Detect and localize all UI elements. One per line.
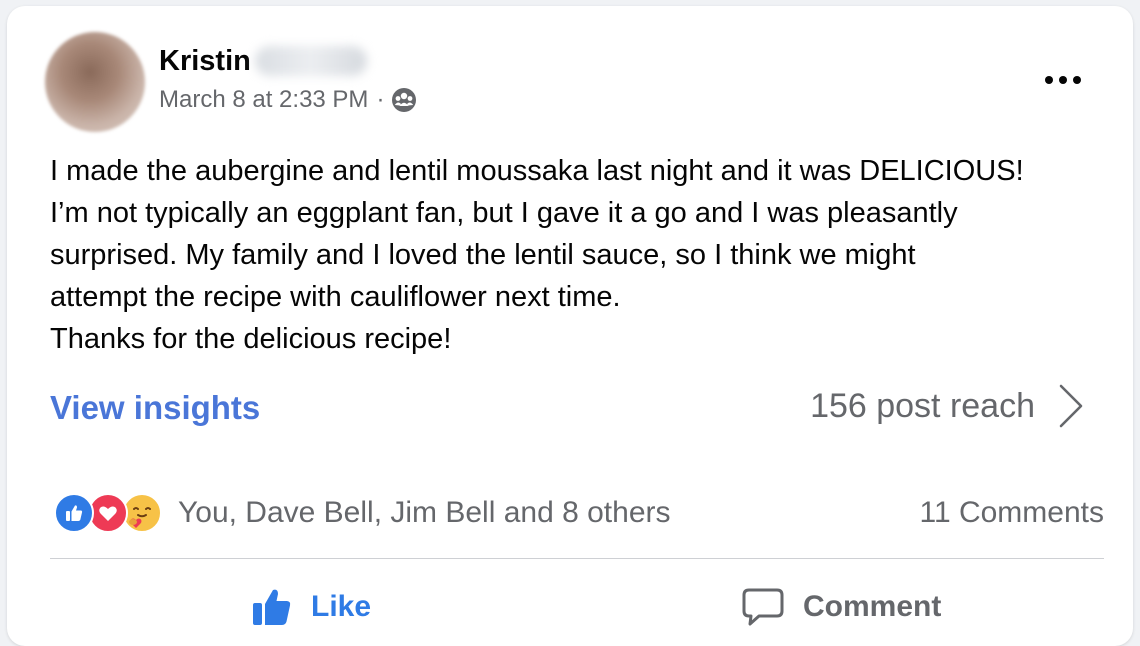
comment-button[interactable]: Comment: [741, 578, 941, 636]
thumbs-up-icon: [253, 589, 291, 625]
reactions-summary: You, Dave Bell, Jim Bell and 8 others 11…: [54, 492, 1104, 534]
reaction-icons[interactable]: [54, 493, 162, 533]
post-timestamp[interactable]: March 8 at 2:33 PM: [159, 86, 368, 114]
like-label: Like: [311, 590, 372, 623]
like-button[interactable]: Like: [251, 578, 371, 636]
author-name[interactable]: Kristin: [159, 45, 251, 78]
post-body-line: Thanks for the delicious recipe!: [50, 323, 452, 355]
view-insights-link[interactable]: View insights: [50, 389, 260, 427]
like-reaction-icon: [54, 493, 94, 533]
post-body-line: I made the aubergine and lentil moussaka…: [50, 155, 1024, 187]
comments-count[interactable]: 11 Comments: [919, 496, 1104, 530]
meta-separator: ·: [376, 86, 385, 113]
more-options-button[interactable]: [1035, 62, 1091, 98]
chevron-right-icon: [1059, 384, 1083, 428]
post-card: Kristin March 8 at 2:33 PM · I made the …: [7, 6, 1133, 646]
post-body: I made the aubergine and lentil moussaka…: [50, 150, 1120, 360]
redacted-surname: [254, 46, 367, 76]
avatar[interactable]: [45, 32, 145, 132]
author-row: Kristin: [159, 44, 367, 78]
post-reach-label: 156 post reach: [810, 386, 1035, 425]
reactors-list[interactable]: You, Dave Bell, Jim Bell and 8 others: [178, 496, 671, 530]
care-reaction-icon: [122, 493, 162, 533]
ellipsis-icon: [1045, 76, 1081, 84]
friends-group-icon[interactable]: [390, 86, 418, 114]
post-reach-button[interactable]: 156 post reach: [810, 382, 1085, 430]
actions-divider: [50, 558, 1104, 559]
post-body-line: attempt the recipe with cauliflower next…: [50, 281, 621, 313]
comment-label: Comment: [803, 590, 942, 623]
post-meta: March 8 at 2:33 PM ·: [159, 86, 418, 114]
post-body-line: I’m not typically an eggplant fan, but I…: [50, 197, 958, 229]
love-reaction-icon: [88, 493, 128, 533]
post-body-line: surprised. My family and I loved the len…: [50, 239, 916, 271]
comment-bubble-icon: [742, 588, 784, 626]
